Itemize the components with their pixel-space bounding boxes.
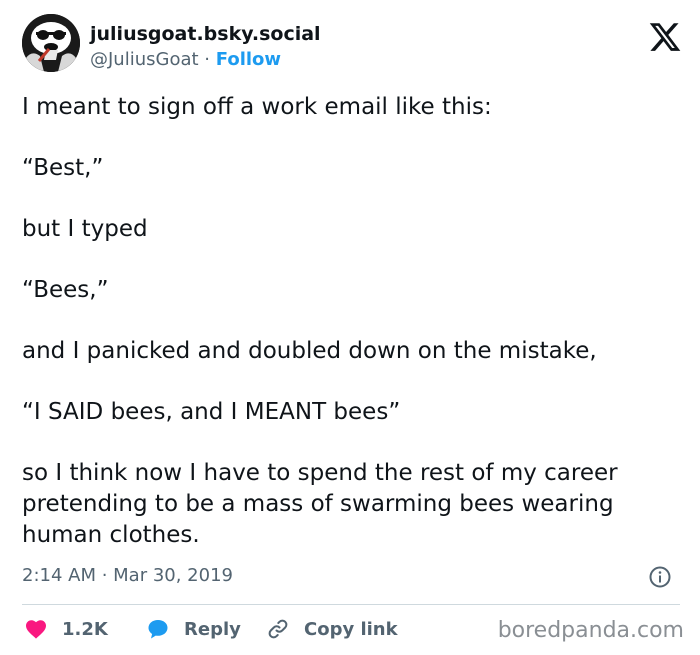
tweet-paragraph: and I panicked and doubled down on the m… (22, 338, 597, 364)
like-button[interactable]: 1.2K (24, 614, 108, 644)
copy-link-label: Copy link (304, 618, 398, 640)
tweet-paragraph: but I typed (22, 216, 148, 242)
info-icon[interactable] (648, 565, 672, 589)
x-logo-icon[interactable] (648, 20, 682, 54)
handle-line: @JuliusGoat · Follow (90, 48, 321, 72)
timestamp[interactable]: 2:14 AM · Mar 30, 2019 (22, 564, 233, 588)
separator: · (204, 49, 211, 70)
tweet-paragraph: “Bees,” (22, 277, 109, 303)
tweet-header: juliusgoat.bsky.social @JuliusGoat · Fol… (22, 14, 682, 80)
display-name[interactable]: juliusgoat.bsky.social (90, 22, 321, 46)
handle[interactable]: @JuliusGoat (90, 49, 199, 70)
heart-icon (26, 620, 46, 639)
divider (22, 604, 680, 605)
reply-label: Reply (184, 618, 241, 640)
tweet-paragraph: “Best,” (22, 155, 104, 181)
tweet-paragraph: I meant to sign off a work email like th… (22, 94, 492, 120)
speech-bubble-icon (148, 620, 168, 639)
like-count: 1.2K (62, 618, 108, 640)
watermark: boredpanda.com (497, 618, 684, 643)
tweet-paragraph: so I think now I have to spend the rest … (22, 460, 618, 548)
avatar[interactable] (22, 14, 80, 72)
link-icon (268, 619, 288, 639)
reply-button[interactable]: Reply (146, 614, 241, 644)
copy-link-button[interactable]: Copy link (266, 614, 398, 644)
follow-button[interactable]: Follow (216, 49, 281, 70)
tweet-paragraph: “I SAID bees, and I MEANT bees” (22, 399, 401, 425)
tweet-body: I meant to sign off a work email like th… (22, 92, 682, 551)
